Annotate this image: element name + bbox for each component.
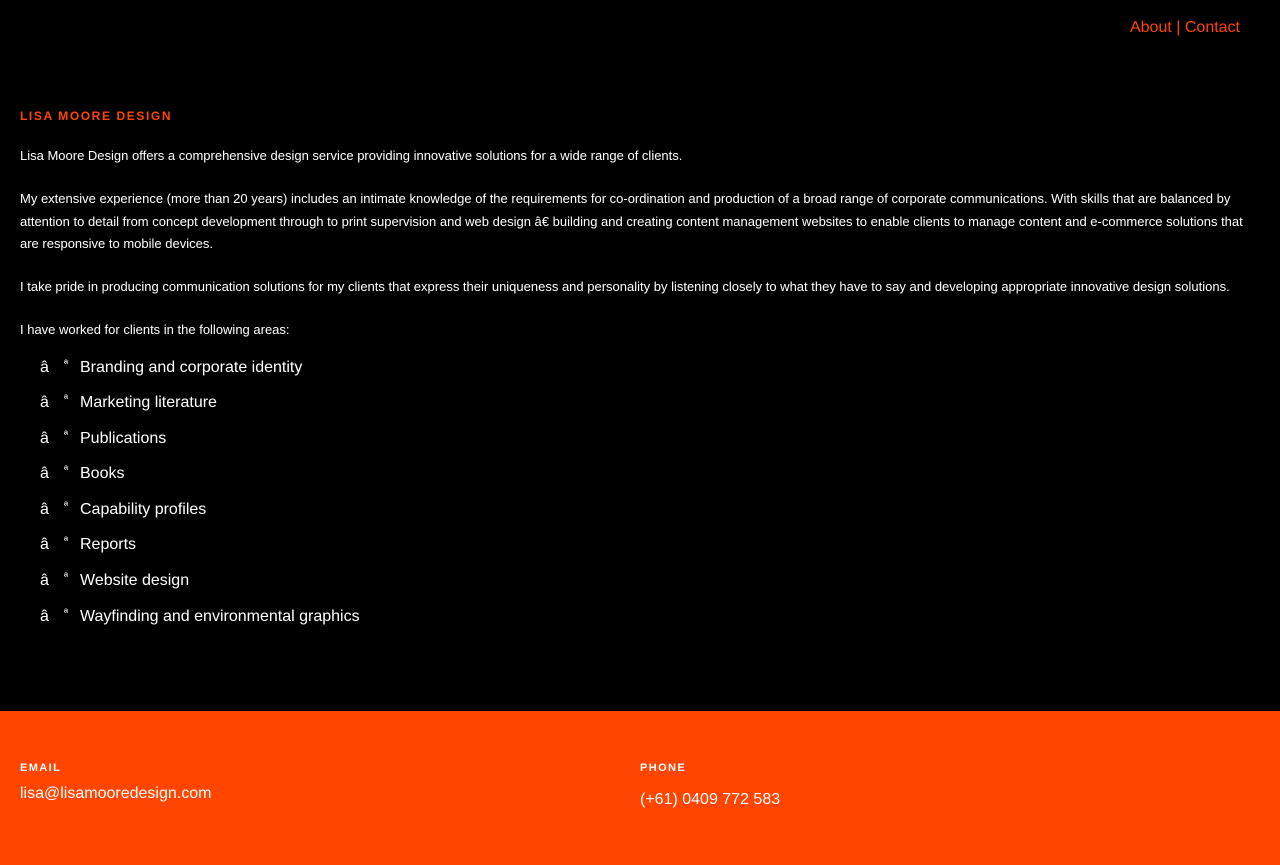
bullet-glyph: â xyxy=(40,394,49,412)
list-item: â ª Publications xyxy=(40,429,1260,449)
top-nav: About | Contact xyxy=(1130,18,1240,38)
page-title: LISA MOORE DESIGN xyxy=(20,109,173,123)
intro-paragraph: Lisa Moore Design offers a comprehensive… xyxy=(20,148,683,163)
footer: EMAIL lisa@lisamooredesign.com PHONE (+6… xyxy=(0,711,1280,865)
list-item: â ª Reports xyxy=(40,535,1260,555)
bullet-glyph-mark: ª xyxy=(64,393,69,406)
bullet-glyph-mark: ª xyxy=(64,428,69,441)
areas-list: â ª Branding and corporate identity â ª Mark… xyxy=(20,358,1260,627)
list-item: â ª Capability profiles xyxy=(40,500,1260,520)
bullet-glyph-mark: ª xyxy=(64,499,69,512)
bullet-glyph-mark: ª xyxy=(64,571,69,584)
footer-phone-block: PHONE (+61) 0409 772 583 xyxy=(640,761,780,810)
list-item-label: Books xyxy=(80,465,125,483)
bullet-glyph: â xyxy=(40,500,49,518)
areas-intro-paragraph: I have worked for clients in the followi… xyxy=(20,322,290,337)
list-item-label: Reports xyxy=(80,536,137,554)
bullet-glyph: â xyxy=(40,465,49,483)
bullet-glyph: â xyxy=(40,536,49,554)
phone-label: PHONE xyxy=(640,762,687,774)
list-item: â ª Branding and corporate identity xyxy=(40,358,1260,378)
footer-email-block: EMAIL lisa@lisamooredesign.com xyxy=(20,761,211,804)
nav-contact-link[interactable]: Contact xyxy=(1185,19,1240,36)
list-item-label: Marketing literature xyxy=(80,394,217,412)
main-content: LISA MOORE DESIGN Lisa Moore Design offe… xyxy=(20,108,1260,642)
experience-paragraph: My extensive experience (more than 20 ye… xyxy=(20,191,1243,251)
nav-about-link[interactable]: About xyxy=(1130,19,1172,36)
list-item: â ª Marketing literature xyxy=(40,393,1260,413)
email-label: EMAIL xyxy=(20,762,62,774)
list-item-label: Capability profiles xyxy=(80,500,207,518)
list-item: â ª Website design xyxy=(40,571,1260,591)
list-item-label: Wayfinding and environmental graphics xyxy=(80,607,360,625)
email-link[interactable]: lisa@lisamooredesign.com xyxy=(20,785,211,802)
nav-separator: | xyxy=(1176,19,1181,36)
list-item-label: Website design xyxy=(80,572,190,590)
bullet-glyph: â xyxy=(40,429,49,447)
bullet-glyph-mark: ª xyxy=(64,606,69,619)
bullet-glyph: â xyxy=(40,607,49,625)
list-item-label: Publications xyxy=(80,429,167,447)
list-item: â ª Books xyxy=(40,464,1260,484)
bullet-glyph: â xyxy=(40,572,49,590)
bullet-glyph: â xyxy=(40,358,49,376)
phone-value: (+61) 0409 772 583 xyxy=(640,791,781,808)
bullet-glyph-mark: ª xyxy=(64,357,69,370)
list-item: â ª Wayfinding and environmental graphics xyxy=(40,607,1260,627)
bullet-glyph-mark: ª xyxy=(64,535,69,548)
list-item-label: Branding and corporate identity xyxy=(80,358,303,376)
bullet-glyph-mark: ª xyxy=(64,464,69,477)
pride-paragraph: I take pride in producing communication … xyxy=(20,279,1230,294)
